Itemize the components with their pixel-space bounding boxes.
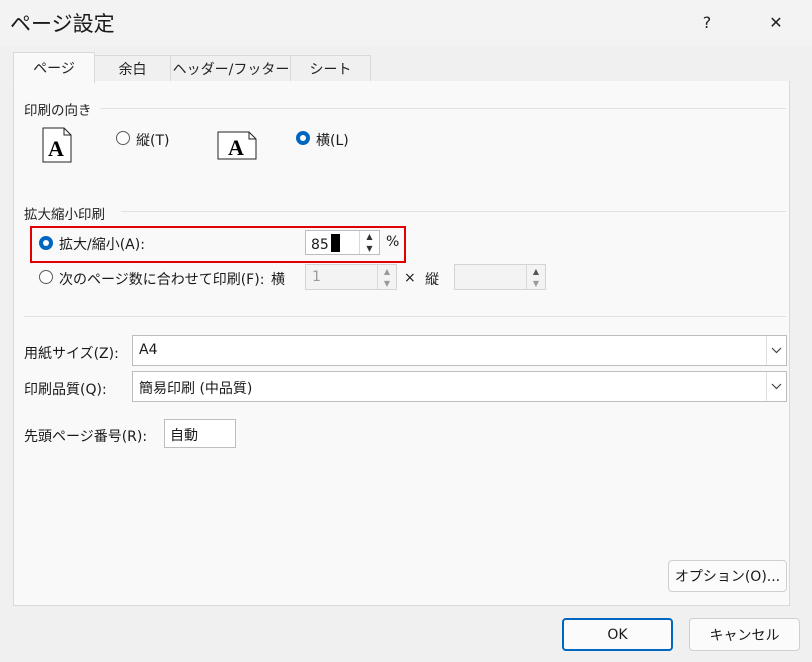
ok-button[interactable]: OK bbox=[562, 618, 673, 651]
orientation-section-label: 印刷の向き bbox=[24, 103, 92, 119]
first-page-number-input[interactable]: 自動 bbox=[164, 419, 236, 448]
print-quality-label: 印刷品質(Q): bbox=[24, 382, 107, 398]
fit-to-label: 次のページ数に合わせて印刷(F): bbox=[59, 272, 265, 288]
fit-wide-spinner[interactable]: ▲ ▼ bbox=[377, 265, 396, 289]
portrait-page-icon: A bbox=[42, 127, 72, 163]
spin-up-icon[interactable]: ▲ bbox=[360, 231, 379, 243]
scaling-divider bbox=[121, 211, 786, 212]
scale-percent-value: 85 bbox=[311, 234, 340, 253]
text-cursor bbox=[330, 234, 340, 252]
tab-page[interactable]: ページ bbox=[13, 52, 95, 84]
chevron-down-icon[interactable] bbox=[766, 336, 786, 365]
times-sign: × bbox=[404, 270, 416, 286]
fit-tall-spinner[interactable]: ▲ ▼ bbox=[526, 265, 545, 289]
chevron-down-icon[interactable] bbox=[766, 372, 786, 401]
dialog-title: ページ設定 bbox=[10, 12, 115, 36]
help-button[interactable]: ? bbox=[685, 6, 729, 38]
tab-margins[interactable]: 余白 bbox=[93, 55, 172, 82]
fit-tall-label: 縦 bbox=[425, 272, 439, 288]
first-page-number-label: 先頭ページ番号(R): bbox=[24, 429, 148, 445]
svg-text:A: A bbox=[228, 135, 244, 160]
scaling-section-label: 拡大縮小印刷 bbox=[24, 207, 105, 223]
spin-up-icon[interactable]: ▲ bbox=[378, 265, 396, 277]
landscape-label: 横(L) bbox=[316, 133, 349, 149]
scale-percent-input[interactable]: 85 ▲ ▼ bbox=[305, 230, 380, 255]
fit-to-radio[interactable] bbox=[39, 270, 53, 284]
cancel-button[interactable]: キャンセル bbox=[689, 618, 800, 651]
help-icon: ? bbox=[702, 12, 712, 32]
close-icon: ✕ bbox=[769, 12, 783, 32]
portrait-radio[interactable] bbox=[116, 131, 130, 145]
spin-up-icon[interactable]: ▲ bbox=[527, 265, 545, 277]
tab-header-footer[interactable]: ヘッダー/フッター bbox=[170, 55, 292, 82]
close-button[interactable]: ✕ bbox=[754, 6, 798, 38]
print-quality-select[interactable]: 簡易印刷 (中品質) bbox=[132, 371, 787, 402]
portrait-label: 縦(T) bbox=[136, 133, 170, 149]
paper-size-select[interactable]: A4 bbox=[132, 335, 787, 366]
percent-unit: % bbox=[386, 234, 400, 250]
scaling-bottom-divider bbox=[24, 316, 786, 317]
svg-text:A: A bbox=[48, 136, 64, 161]
spin-down-icon[interactable]: ▼ bbox=[527, 277, 545, 289]
fit-tall-input[interactable]: ▲ ▼ bbox=[454, 264, 546, 290]
scale-spinner[interactable]: ▲ ▼ bbox=[359, 231, 379, 254]
spin-down-icon[interactable]: ▼ bbox=[378, 277, 396, 289]
fit-wide-label: 横 bbox=[271, 272, 285, 288]
adjust-to-radio[interactable] bbox=[39, 236, 53, 250]
spin-down-icon[interactable]: ▼ bbox=[360, 243, 379, 255]
paper-size-label: 用紙サイズ(Z): bbox=[24, 346, 119, 362]
orientation-divider bbox=[100, 108, 786, 109]
options-button[interactable]: オプション(O)... bbox=[668, 560, 787, 592]
tab-sheet[interactable]: シート bbox=[290, 55, 371, 82]
fit-wide-input[interactable]: 1 ▲ ▼ bbox=[305, 264, 397, 290]
adjust-to-label: 拡大/縮小(A): bbox=[59, 237, 145, 253]
landscape-radio[interactable] bbox=[296, 131, 310, 145]
landscape-page-icon: A bbox=[217, 131, 257, 160]
